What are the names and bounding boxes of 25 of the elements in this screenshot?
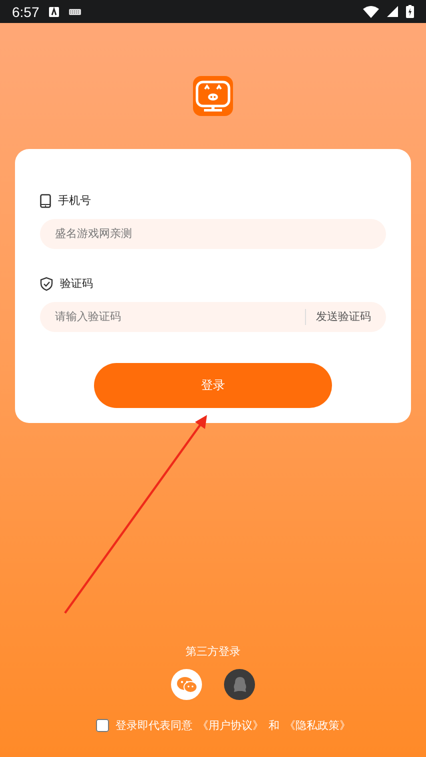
field-label: 验证码	[60, 276, 93, 292]
code-input-field[interactable]: 请输入验证码 发送验证码	[40, 302, 386, 332]
signal-icon	[387, 6, 398, 17]
qq-login-button[interactable]	[224, 669, 255, 700]
wechat-login-button[interactable]	[171, 669, 202, 700]
keyboard-icon	[69, 8, 82, 14]
third-party-login-title: 第三方登录	[186, 644, 240, 659]
phone-input-field[interactable]: 盛名游戏网亲测	[40, 218, 386, 249]
notification-icon	[49, 6, 60, 16]
shield-check-icon	[40, 276, 53, 291]
wifi-icon	[363, 6, 379, 18]
field-label: 手机号	[58, 193, 91, 208]
agreement-text: 登录即代表同意	[116, 718, 192, 733]
privacy-policy-link[interactable]: 《隐私政策》	[284, 718, 350, 733]
chat-bubbles-icon	[176, 676, 196, 692]
penguin-icon	[232, 676, 246, 692]
conjunction-text: 和	[268, 718, 280, 733]
status-time: 6:57	[12, 4, 40, 20]
user-agreement-link[interactable]: 《用户协议》	[198, 718, 264, 733]
login-button[interactable]: 登录	[94, 362, 332, 408]
agreement-checkbox[interactable]	[96, 719, 108, 732]
phone-icon	[40, 194, 51, 208]
battery-icon	[406, 5, 414, 18]
app-logo-icon	[193, 76, 233, 116]
send-code-button[interactable]: 发送验证码	[316, 309, 371, 324]
